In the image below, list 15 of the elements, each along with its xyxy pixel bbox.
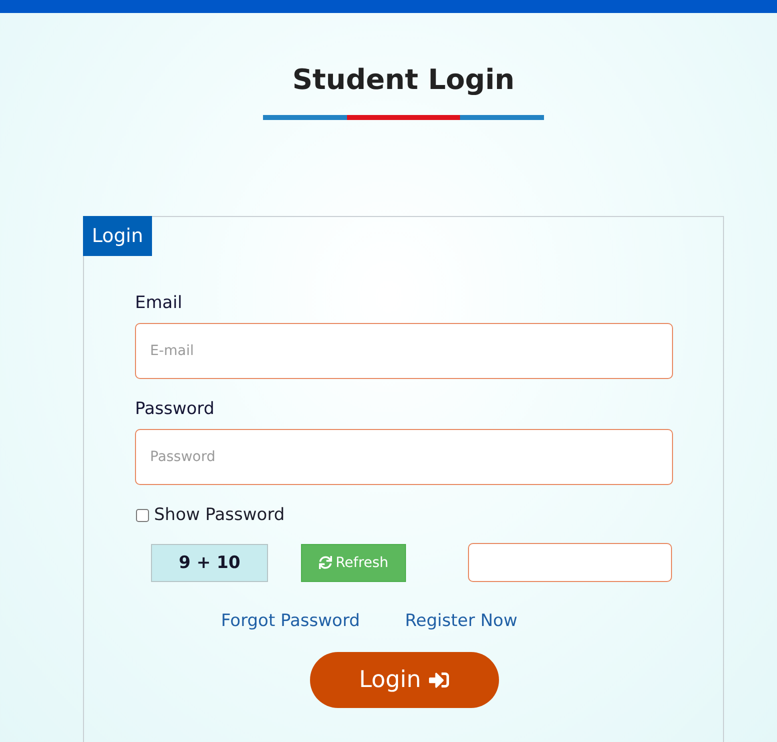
- register-link[interactable]: Register Now: [404, 610, 518, 632]
- password-field[interactable]: Password: [135, 429, 673, 485]
- forgot-password-link[interactable]: Forgot Password: [221, 610, 360, 632]
- checkbox-label: Show Password: [154, 505, 285, 525]
- panel-legend: Login: [83, 216, 152, 256]
- login-button[interactable]: Login: [310, 652, 498, 708]
- refresh-icon: [318, 556, 332, 569]
- captcha-answer-field[interactable]: [468, 543, 672, 582]
- sign-in-icon: [429, 670, 450, 690]
- page-title: Student Login: [292, 63, 515, 97]
- field-label: Email: [135, 292, 182, 314]
- field-label: Password: [135, 398, 214, 420]
- email-field[interactable]: E-mail: [135, 323, 673, 379]
- captcha-question: 9 + 10: [151, 544, 268, 582]
- show-password-checkbox[interactable]: [136, 508, 149, 522]
